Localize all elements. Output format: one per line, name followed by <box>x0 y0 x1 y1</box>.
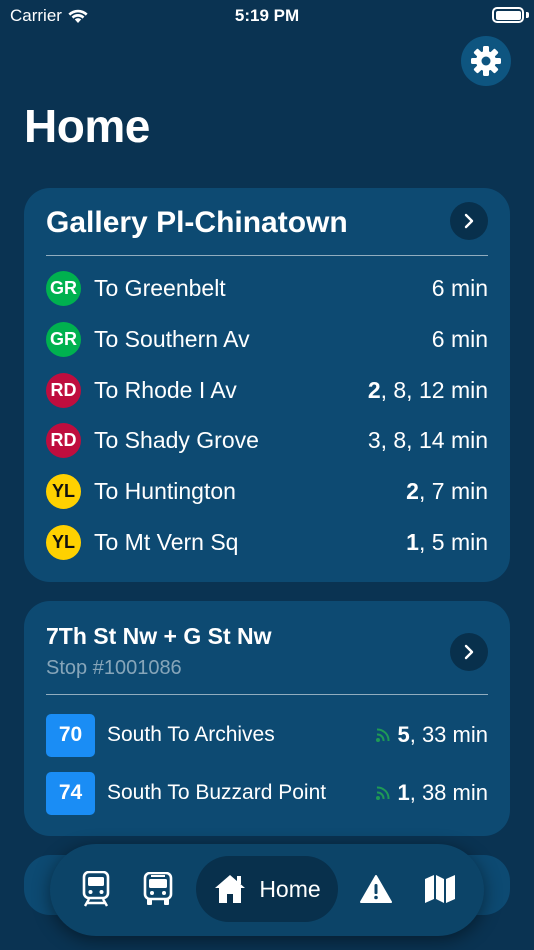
map-icon <box>425 875 455 903</box>
arrival-unit: min <box>450 376 488 403</box>
tab-home[interactable]: Home <box>196 856 338 922</box>
line-badge: RD <box>46 422 81 458</box>
arrival-row: YL To Mt Vern Sq 1, 5 min <box>46 521 488 563</box>
arrival-destination: To Shady Grove <box>94 426 259 453</box>
arrival-rest: 6 <box>431 325 445 352</box>
station-name: Gallery Pl-Chinatown <box>46 206 348 239</box>
tab-alerts[interactable] <box>352 856 400 922</box>
chevron-right-icon <box>464 644 474 660</box>
arrival-row: RD To Rhode I Av 2, 8, 12 min <box>46 369 488 411</box>
arrival-rest: 3, 8, 14 <box>367 426 445 453</box>
tab-home-label: Home <box>259 875 321 902</box>
tab-rail[interactable] <box>72 856 120 922</box>
arrival-row: GR To Southern Av 6 min <box>46 318 488 360</box>
arrival-rest: 6 <box>431 274 445 301</box>
bus-arrival-row: 74 South To Buzzard Point 1, 38 min <box>46 771 488 815</box>
route-badge: 74 <box>46 771 95 815</box>
chevron-right-icon <box>464 213 474 229</box>
arrival-first: 2 <box>406 477 419 504</box>
bus-arrival-unit: min <box>452 780 488 805</box>
arrival-row: YL To Huntington 2, 7 min <box>46 470 488 512</box>
bus-arrival-first: 1 <box>397 780 410 805</box>
stop-name: 7Th St Nw + G St Nw <box>46 623 272 649</box>
arrival-times: 2, 8, 12 min <box>368 377 488 404</box>
station-divider <box>46 255 488 256</box>
realtime-signal-icon <box>376 728 390 742</box>
house-icon <box>215 875 246 903</box>
bus-arrival-rest: , 38 <box>409 780 447 805</box>
arrival-first: 2 <box>367 376 381 403</box>
arrival-destination: To Mt Vern Sq <box>94 528 239 555</box>
arrival-rest: , 5 <box>418 528 445 555</box>
battery-tip <box>526 12 529 18</box>
status-bar: Carrier 5:19 PM <box>0 0 534 32</box>
stop-divider <box>46 694 488 695</box>
bus-arrival-first: 5 <box>397 722 410 747</box>
bus-arrival-unit: min <box>452 722 488 747</box>
arrival-rest: , 7 <box>418 477 445 504</box>
status-time: 5:19 PM <box>234 6 300 25</box>
arrival-times: 3, 8, 14 min <box>368 427 488 454</box>
arrival-destination: To Southern Av <box>94 325 250 352</box>
battery-icon <box>492 7 524 23</box>
station-card[interactable]: Gallery Pl-Chinatown GR To Greenbelt 6 m… <box>24 188 510 582</box>
tab-bar: Home <box>50 844 484 936</box>
arrival-unit: min <box>450 274 488 301</box>
bus-arrival-times: 1, 38 min <box>375 780 488 806</box>
arrival-unit: min <box>450 426 488 453</box>
arrival-unit: min <box>450 325 488 352</box>
arrival-times: 6 min <box>432 275 488 302</box>
gear-icon <box>471 46 501 76</box>
arrival-times: 1, 5 min <box>406 529 488 556</box>
bus-icon <box>143 872 173 905</box>
stop-detail-button[interactable] <box>450 633 488 671</box>
arrival-destination: To Greenbelt <box>94 274 226 301</box>
arrival-rest: , 8, 12 <box>380 376 445 403</box>
bus-destination: South To Archives <box>107 723 275 746</box>
train-icon <box>82 871 110 907</box>
tab-bus[interactable] <box>134 856 182 922</box>
arrival-times: 2, 7 min <box>406 478 488 505</box>
bus-arrival-times: 5, 33 min <box>375 722 488 748</box>
arrival-unit: min <box>450 528 488 555</box>
arrival-destination: To Huntington <box>94 477 236 504</box>
bus-stop-card[interactable]: 7Th St Nw + G St Nw Stop #1001086 70 Sou… <box>24 601 510 836</box>
line-badge: YL <box>46 473 81 509</box>
line-badge: GR <box>46 321 81 357</box>
line-badge: GR <box>46 270 81 306</box>
arrival-destination: To Rhode I Av <box>94 376 237 403</box>
stop-number: Stop #1001086 <box>46 657 182 679</box>
page-title: Home <box>24 100 150 152</box>
tab-map[interactable] <box>416 856 464 922</box>
arrival-row: RD To Shady Grove 3, 8, 14 min <box>46 419 488 461</box>
realtime-signal-icon <box>376 786 390 800</box>
warning-icon <box>360 875 392 903</box>
bus-arrival-row: 70 South To Archives 5, 33 min <box>46 713 488 757</box>
line-badge: YL <box>46 524 81 560</box>
arrival-first: 1 <box>406 528 419 555</box>
route-badge: 70 <box>46 713 95 757</box>
arrival-unit: min <box>450 477 488 504</box>
bus-arrival-rest: , 33 <box>409 722 447 747</box>
arrival-row: GR To Greenbelt 6 min <box>46 267 488 309</box>
arrival-times: 6 min <box>432 326 488 353</box>
station-detail-button[interactable] <box>450 202 488 240</box>
bus-destination: South To Buzzard Point <box>107 781 327 804</box>
settings-button[interactable] <box>461 36 511 86</box>
line-badge: RD <box>46 372 81 408</box>
